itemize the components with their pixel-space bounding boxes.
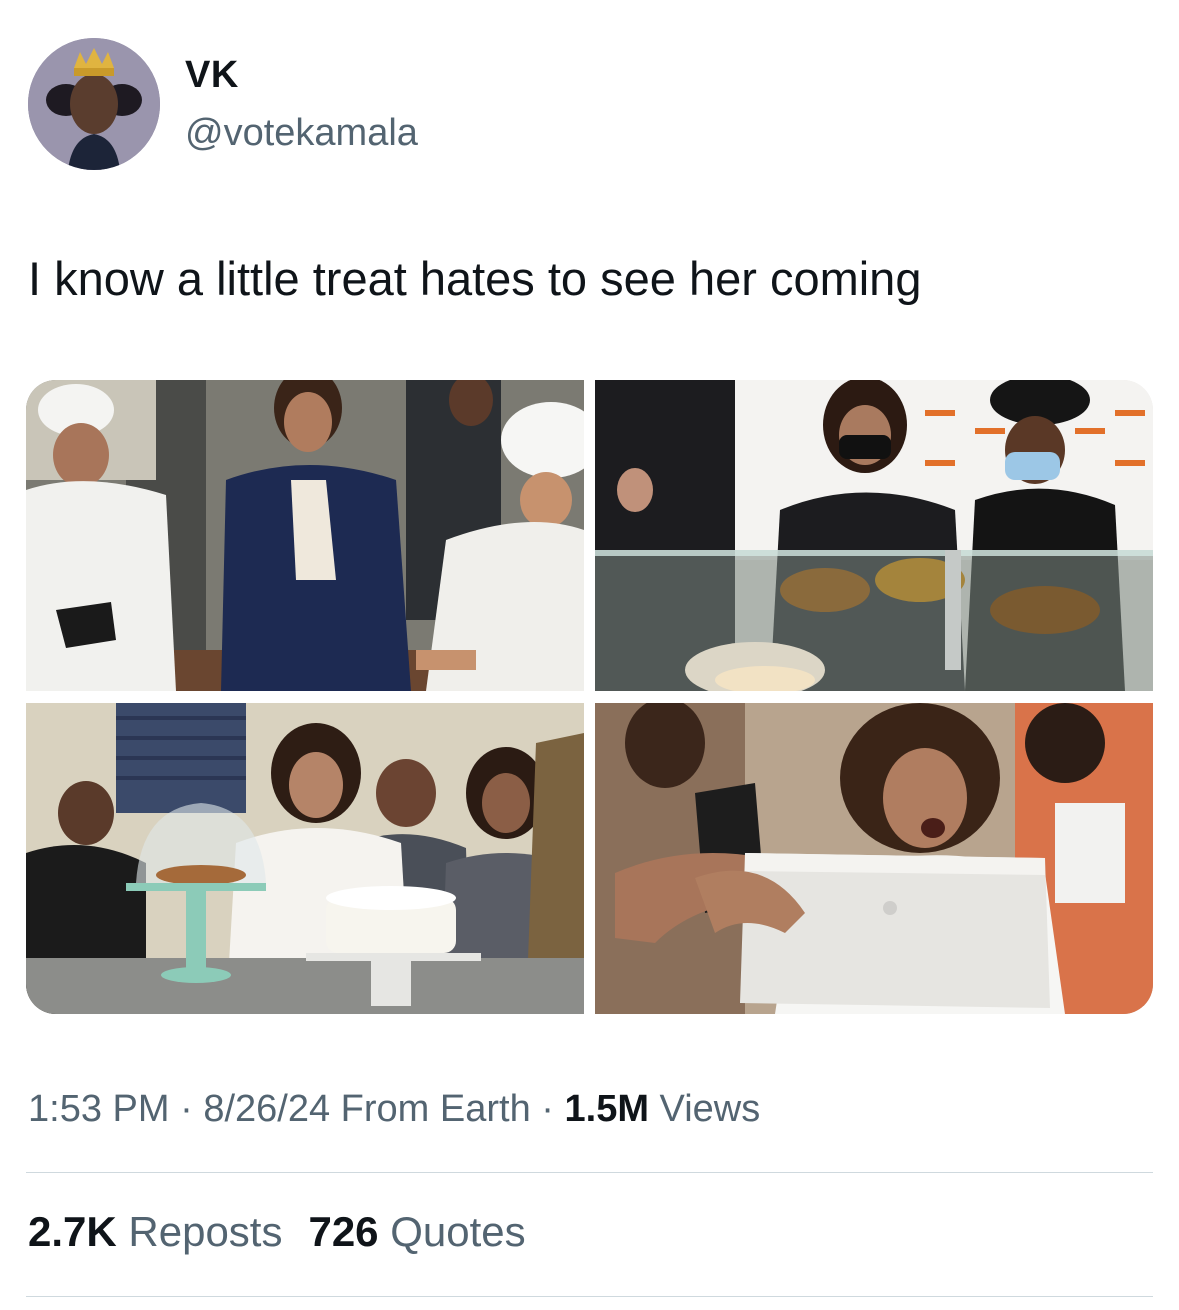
views-count: 1.5M — [564, 1088, 649, 1130]
divider-bottom — [26, 1296, 1153, 1297]
media-photo-2[interactable] — [595, 380, 1153, 691]
avatar[interactable] — [28, 38, 160, 170]
media-photo-4[interactable] — [595, 703, 1153, 1014]
divider-top — [26, 1172, 1153, 1173]
tweet-date[interactable]: 8/26/24 — [203, 1088, 330, 1130]
reposts-link[interactable]: 2.7K Reposts — [28, 1208, 282, 1255]
photo-bakery-chefs-icon — [26, 380, 584, 691]
tweet-time[interactable]: 1:53 PM — [28, 1088, 170, 1130]
photo-display-case-icon — [595, 380, 1153, 691]
views-label: Views — [659, 1088, 761, 1130]
meta-separator: · — [180, 1088, 193, 1130]
quotes-count: 726 — [308, 1208, 379, 1255]
meta-separator-2: · — [541, 1088, 554, 1130]
quotes-label: Quotes — [390, 1208, 526, 1255]
user-handle[interactable]: @votekamala — [185, 112, 418, 155]
tweet-header: VK @votekamala — [28, 38, 928, 173]
photo-box-surprise-icon — [595, 703, 1153, 1014]
tweet-meta: 1:53 PM · 8/26/24 From Earth · 1.5M View… — [28, 1088, 760, 1131]
tweet-text: I know a little treat hates to see her c… — [28, 252, 922, 305]
engagement-stats: 2.7K Reposts 726 Quotes — [28, 1208, 526, 1256]
avatar-portrait-icon — [28, 38, 160, 170]
display-name[interactable]: VK — [185, 54, 239, 97]
reposts-label: Reposts — [128, 1208, 283, 1255]
media-photo-3[interactable] — [26, 703, 584, 1014]
reposts-count: 2.7K — [28, 1208, 117, 1255]
media-photo-1[interactable] — [26, 380, 584, 691]
media-grid — [26, 380, 1153, 1014]
quotes-link[interactable]: 726 Quotes — [308, 1208, 525, 1255]
photo-cake-counter-icon — [26, 703, 584, 1014]
tweet-source: From Earth — [340, 1088, 531, 1130]
